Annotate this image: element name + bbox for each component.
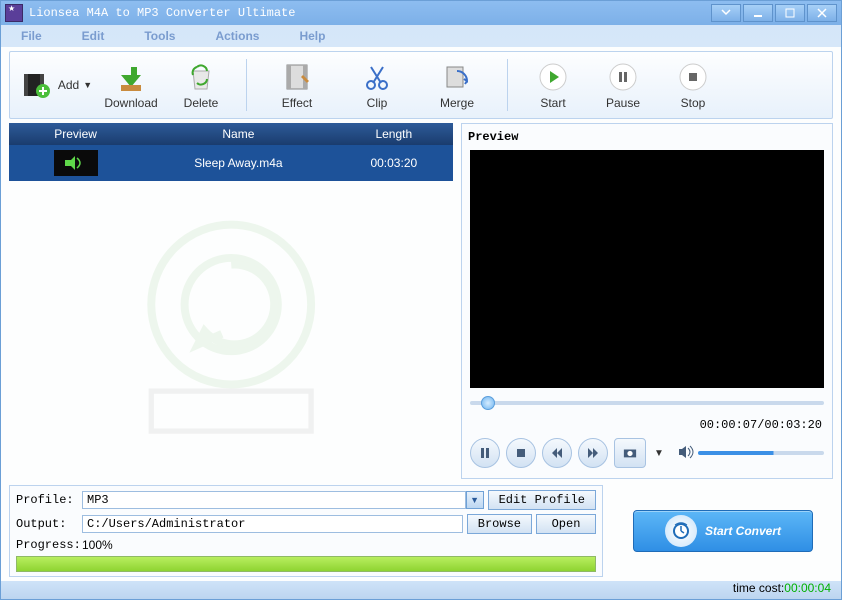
open-button[interactable]: Open <box>536 514 596 534</box>
stop-label: Stop <box>681 96 706 110</box>
snapshot-dropdown[interactable]: ▼ <box>654 448 664 459</box>
menu-actions[interactable]: Actions <box>215 29 259 43</box>
col-length[interactable]: Length <box>335 123 453 145</box>
minimize-button[interactable] <box>743 4 773 22</box>
row-length: 00:03:20 <box>335 156 453 170</box>
player-forward-button[interactable] <box>578 438 608 468</box>
titlebar: Lionsea M4A to MP3 Converter Ultimate <box>1 1 841 25</box>
start-label: Start <box>540 96 565 110</box>
delete-label: Delete <box>184 96 219 110</box>
table-header: Preview Name Length <box>9 123 453 145</box>
toolbar: Add ▼ Download Delete Effect Clip <box>9 51 833 119</box>
profile-label: Profile: <box>16 493 78 507</box>
volume-control <box>678 445 824 462</box>
clip-label: Clip <box>367 96 388 110</box>
volume-icon[interactable] <box>678 445 694 462</box>
close-button[interactable] <box>807 4 837 22</box>
output-path-input[interactable] <box>82 515 463 533</box>
main-area: Preview Name Length Sleep Away.m4a 00:03… <box>9 123 833 479</box>
profile-select[interactable] <box>82 491 466 509</box>
content-area: Add ▼ Download Delete Effect Clip <box>1 47 841 599</box>
add-button[interactable]: Add ▼ <box>16 55 96 115</box>
app-window: Lionsea M4A to MP3 Converter Ultimate Fi… <box>0 0 842 600</box>
progress-bar <box>16 556 596 572</box>
menubar: File Edit Tools Actions Help <box>1 25 841 47</box>
seek-knob[interactable] <box>481 396 495 410</box>
download-button[interactable]: Download <box>96 55 166 115</box>
menu-edit[interactable]: Edit <box>82 29 105 43</box>
effect-icon <box>280 60 314 94</box>
col-preview[interactable]: Preview <box>9 123 142 145</box>
edit-profile-button[interactable]: Edit Profile <box>488 490 596 510</box>
player-pause-button[interactable] <box>470 438 500 468</box>
add-label: Add <box>58 78 79 92</box>
menu-help[interactable]: Help <box>299 29 325 43</box>
merge-icon <box>440 60 474 94</box>
table-row[interactable]: Sleep Away.m4a 00:03:20 <box>9 145 453 181</box>
window-title: Lionsea M4A to MP3 Converter Ultimate <box>29 6 295 20</box>
pause-button[interactable]: Pause <box>588 55 658 115</box>
start-button[interactable]: Start <box>518 55 588 115</box>
watermark-icon <box>9 183 453 479</box>
download-icon <box>114 60 148 94</box>
download-label: Download <box>104 96 157 110</box>
recycle-icon <box>184 60 218 94</box>
effect-label: Effect <box>282 96 312 110</box>
app-logo-icon <box>5 4 23 22</box>
time-cost-label: time cost: <box>733 581 784 595</box>
settings-panel: Profile: ▼ Edit Profile Output: Browse O… <box>9 485 603 577</box>
progress-value: 100% <box>82 538 113 552</box>
toolbar-separator <box>246 59 247 111</box>
output-label: Output: <box>16 517 78 531</box>
pause-label: Pause <box>606 96 640 110</box>
pause-icon <box>606 60 640 94</box>
stop-icon <box>676 60 710 94</box>
file-list-panel: Preview Name Length Sleep Away.m4a 00:03… <box>9 123 453 479</box>
toolbar-separator-2 <box>507 59 508 111</box>
progress-label: Progress: <box>16 538 78 552</box>
profile-dropdown-button[interactable]: ▼ <box>466 491 484 509</box>
seek-bar[interactable] <box>470 394 824 412</box>
scissors-icon <box>360 60 394 94</box>
video-area[interactable] <box>470 150 824 388</box>
player-rewind-button[interactable] <box>542 438 572 468</box>
play-icon <box>536 60 570 94</box>
start-convert-label: Start Convert <box>705 524 781 538</box>
maximize-button[interactable] <box>775 4 805 22</box>
snapshot-button[interactable] <box>614 438 646 468</box>
delete-button[interactable]: Delete <box>166 55 236 115</box>
film-add-icon <box>20 68 54 102</box>
menu-tools[interactable]: Tools <box>144 29 175 43</box>
audio-thumb-icon <box>54 150 98 176</box>
chevron-down-icon: ▼ <box>83 80 92 90</box>
merge-button[interactable]: Merge <box>417 55 497 115</box>
stop-button[interactable]: Stop <box>658 55 728 115</box>
browse-button[interactable]: Browse <box>467 514 532 534</box>
time-display: 00:00:07/00:03:20 <box>472 418 822 432</box>
row-name: Sleep Away.m4a <box>142 156 334 170</box>
bottom-panel: Profile: ▼ Edit Profile Output: Browse O… <box>9 485 833 577</box>
merge-label: Merge <box>440 96 474 110</box>
player-stop-button[interactable] <box>506 438 536 468</box>
preview-panel: Preview 00:00:07/00:03:20 ▼ <box>461 123 833 479</box>
status-bar: time cost:00:00:04 <box>1 581 841 599</box>
convert-clock-icon <box>665 515 697 547</box>
effect-button[interactable]: Effect <box>257 55 337 115</box>
clip-button[interactable]: Clip <box>337 55 417 115</box>
preview-label: Preview <box>468 130 826 144</box>
time-cost-value: 00:00:04 <box>784 581 831 595</box>
player-controls: ▼ <box>470 438 824 468</box>
start-convert-button[interactable]: Start Convert <box>633 510 813 552</box>
volume-slider[interactable] <box>698 451 824 455</box>
minimize-to-tray-button[interactable] <box>711 4 741 22</box>
col-name[interactable]: Name <box>142 123 334 145</box>
menu-file[interactable]: File <box>21 29 42 43</box>
